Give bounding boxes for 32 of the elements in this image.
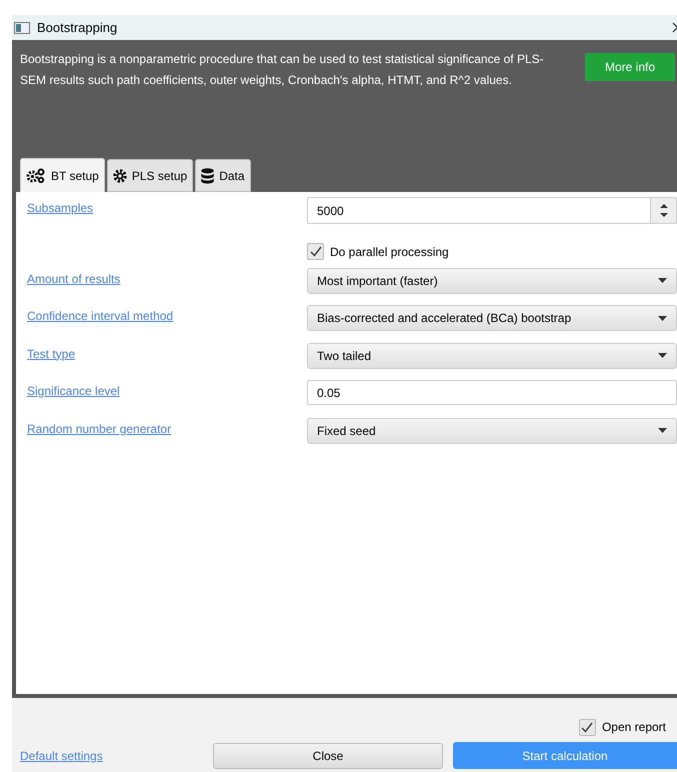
gears-icon (26, 168, 46, 183)
dropdown-caret-icon (658, 353, 667, 358)
tab[interactable]: Data (195, 159, 251, 192)
spinner-arrows-icon[interactable] (650, 198, 676, 223)
dropdown-caret-icon (658, 316, 667, 320)
setting-label-link[interactable]: Significance level (27, 380, 307, 400)
setting-label-link[interactable]: Subsamples (27, 197, 307, 217)
dropdown-caret-icon (658, 278, 667, 283)
window-title: Bootstrapping (37, 18, 118, 37)
open-report-label: Open report (602, 719, 666, 736)
checkmark-icon (581, 722, 594, 732)
tab[interactable]: PLS setup (106, 159, 194, 192)
tab[interactable]: BT setup (20, 158, 105, 192)
dropdown[interactable]: Bias-corrected and accelerated (BCa) bootstrap (307, 305, 677, 331)
gear-icon (112, 168, 127, 182)
setting-label-link[interactable]: Amount of results (27, 268, 307, 288)
description-text: Bootstrapping is a nonparametric procedure that can be used to test statistical significance of PLS-SEM results such path coefficients, outer weights, Cronbach's alpha, HTMT, and R^2 values. (20, 51, 545, 89)
dropdown-caret-icon (658, 428, 667, 433)
checkmark-icon (310, 246, 322, 257)
input-field[interactable]: 0.05 (307, 380, 677, 405)
setting-label-link[interactable]: Random number generator (27, 418, 307, 438)
setting-label-link[interactable]: Confidence interval method (27, 305, 307, 325)
open-report-checkbox[interactable] (578, 718, 596, 736)
subsamples-spinner[interactable]: 5000 (307, 197, 677, 224)
close-button[interactable]: Close (213, 742, 443, 768)
checkbox-label: Do parallel processing (330, 244, 449, 260)
setting-label-link[interactable]: Test type (27, 342, 307, 362)
dropdown[interactable]: Two tailed (307, 342, 677, 368)
dropdown[interactable]: Most important (faster) (307, 268, 677, 294)
database-icon (201, 168, 214, 184)
dropdown[interactable]: Fixed seed (307, 418, 677, 444)
parallel-processing-checkbox[interactable] (307, 243, 324, 260)
